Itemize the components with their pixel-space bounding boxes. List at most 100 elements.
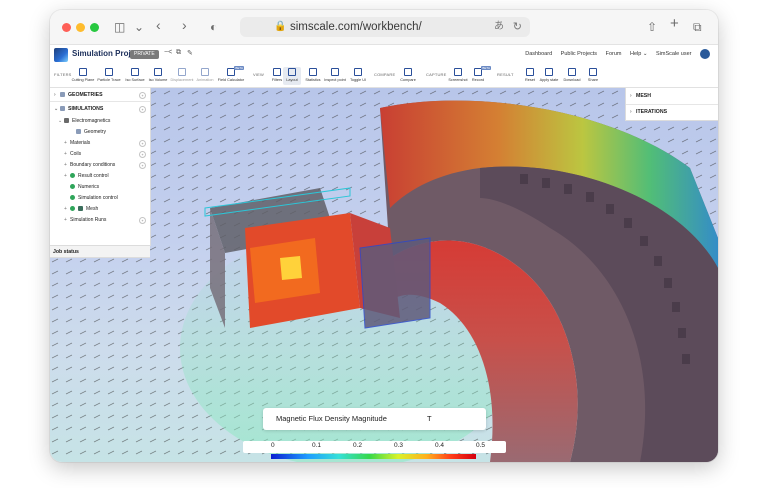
iso-volume-icon <box>154 68 162 76</box>
minimize-window-button[interactable] <box>76 23 85 32</box>
url-text: simscale.com/workbench/ <box>290 21 422 33</box>
legend-tick: 0.5 <box>476 442 486 449</box>
check-icon <box>70 195 75 201</box>
cutting-plane-icon <box>79 68 87 76</box>
tree-simulation-runs[interactable]: + Simulation Runs <box>64 215 106 225</box>
tree-materials[interactable]: + Materials <box>64 138 90 148</box>
tree-simulations[interactable]: ⌄ SIMULATIONS <box>54 104 103 114</box>
address-bar[interactable]: 🔒 simscale.com/workbench/ あ ↻ <box>240 17 530 37</box>
reload-icon[interactable]: ↻ <box>513 17 522 37</box>
legend-tick: 0.4 <box>435 442 445 449</box>
camera-icon <box>454 68 462 76</box>
maximize-window-button[interactable] <box>90 23 99 32</box>
legend-title-box[interactable]: Magnetic Flux Density Magnitude T <box>263 408 486 430</box>
tab-overview-icon[interactable]: ⧉ <box>693 19 702 35</box>
displacement-icon <box>178 68 186 76</box>
browser-window: ◫ ⌄ ‹ › ◐ 🔒 simscale.com/workbench/ あ ↻ … <box>50 10 718 462</box>
simscale-logo[interactable] <box>54 48 68 62</box>
translate-icon[interactable]: あ <box>494 17 504 37</box>
statistics-icon <box>309 68 317 76</box>
top-navigation: Dashboard Public Projects Forum Help ⌄ S… <box>518 49 710 59</box>
edit-project-icon[interactable]: ✎ <box>187 49 193 57</box>
app-header: Simulation Project PRIVATE −< ⧉ ✎ Dashbo… <box>50 45 718 65</box>
nav-help[interactable]: Help ⌄ <box>630 51 647 57</box>
divider <box>50 101 150 102</box>
field-calculator-button[interactable]: BETA Field Calculator <box>216 66 246 85</box>
legend-unit: T <box>427 414 432 423</box>
simulation-tree-panel: › GEOMETRIES + ⌄ SIMULATIONS + ⌄ Electromag… <box>50 88 151 246</box>
nav-user[interactable]: SimScale user <box>656 51 691 57</box>
mesh-section[interactable]: › MESH <box>630 89 651 103</box>
record-button[interactable]: BETA Record <box>463 66 493 85</box>
share-result-button[interactable]: Share <box>578 67 608 85</box>
sidebar-toggle-icon[interactable]: ◫ <box>114 19 125 35</box>
tree-numerics[interactable]: Numerics <box>70 182 99 192</box>
add-simulation-run-icon[interactable]: + <box>139 217 146 224</box>
animation-icon <box>201 68 209 76</box>
iterations-section[interactable]: › ITERATIONS <box>630 105 667 119</box>
toggle-ui-button[interactable]: Toggle UI <box>343 67 373 85</box>
nav-forum[interactable]: Forum <box>606 51 622 57</box>
copy-project-icon[interactable]: ⧉ <box>176 49 181 57</box>
share-icon[interactable]: ⇧ <box>647 19 657 35</box>
legend-tick: 0 <box>271 442 275 449</box>
reset-icon <box>526 68 534 76</box>
layout-icon <box>288 68 296 76</box>
magnet-block <box>359 237 431 329</box>
particle-trace-icon <box>105 68 113 76</box>
post-processing-toolbar: FILTERS Cutting Plane Particle Trace Iso… <box>50 65 718 88</box>
private-badge: PRIVATE <box>130 50 159 59</box>
add-simulation-icon[interactable]: + <box>139 106 146 113</box>
tree-result-control[interactable]: + Result control <box>64 171 109 181</box>
lock-icon: 🔒 <box>274 21 287 32</box>
chevron-down-icon[interactable]: ⌄ <box>134 19 144 35</box>
legend-title: Magnetic Flux Density Magnitude <box>276 414 387 423</box>
job-status-panel[interactable]: Job status <box>50 246 150 258</box>
legend-tick: 0.3 <box>394 442 404 449</box>
inspect-point-icon <box>331 68 339 76</box>
tree-simulation-control[interactable]: Simulation control <box>70 193 118 203</box>
tree-mesh[interactable]: + Mesh <box>64 204 98 214</box>
nav-dashboard[interactable]: Dashboard <box>525 51 552 57</box>
coil-peak <box>280 256 302 280</box>
share-project-icon[interactable]: −< <box>164 49 172 56</box>
legend-tick: 0.1 <box>312 442 322 449</box>
tree-coils[interactable]: + Coils <box>64 149 81 159</box>
tree-geometries[interactable]: › GEOMETRIES <box>54 90 103 100</box>
new-tab-icon[interactable]: + <box>670 16 679 32</box>
apply-state-icon <box>545 68 553 76</box>
result-group-label: RESULT <box>497 72 514 77</box>
shield-icon[interactable]: ◐ <box>210 19 217 35</box>
nav-public-projects[interactable]: Public Projects <box>561 51 597 57</box>
electromagnetics-icon <box>64 118 69 124</box>
check-icon <box>70 206 75 212</box>
toggle-ui-icon <box>354 68 362 76</box>
geometry-icon <box>60 92 65 98</box>
check-icon <box>70 184 75 190</box>
share-icon <box>589 68 597 76</box>
add-coil-icon[interactable]: + <box>139 151 146 158</box>
avatar[interactable] <box>700 49 710 59</box>
tree-electromagnetics[interactable]: ⌄ Electromagnetics <box>58 116 110 126</box>
compare-icon <box>404 68 412 76</box>
legend-tick: 0.2 <box>353 442 363 449</box>
compare-button[interactable]: Compare <box>393 67 423 85</box>
check-icon <box>70 173 75 179</box>
add-material-icon[interactable]: + <box>139 140 146 147</box>
tree-geometry[interactable]: Geometry <box>76 127 106 137</box>
legend-scale: 0 0.1 0.2 0.3 0.4 0.5 <box>243 441 506 453</box>
tree-boundary-conditions[interactable]: + Boundary conditions <box>64 160 115 170</box>
back-button[interactable]: ‹ <box>156 17 161 33</box>
mesh-icon <box>78 206 83 212</box>
simulation-icon <box>60 106 65 112</box>
right-panel: › MESH › ITERATIONS <box>625 88 718 121</box>
iso-surface-icon <box>131 68 139 76</box>
forward-button[interactable]: › <box>182 17 187 33</box>
add-boundary-condition-icon[interactable]: + <box>139 162 146 169</box>
browser-toolbar: ◫ ⌄ ‹ › ◐ 🔒 simscale.com/workbench/ あ ↻ … <box>50 10 718 45</box>
geometry-icon <box>76 129 81 135</box>
close-window-button[interactable] <box>62 23 71 32</box>
legend-color-bar <box>271 454 476 459</box>
add-geometry-icon[interactable]: + <box>139 92 146 99</box>
3d-viewport[interactable]: › GEOMETRIES + ⌄ SIMULATIONS + ⌄ Electromag… <box>50 88 718 462</box>
